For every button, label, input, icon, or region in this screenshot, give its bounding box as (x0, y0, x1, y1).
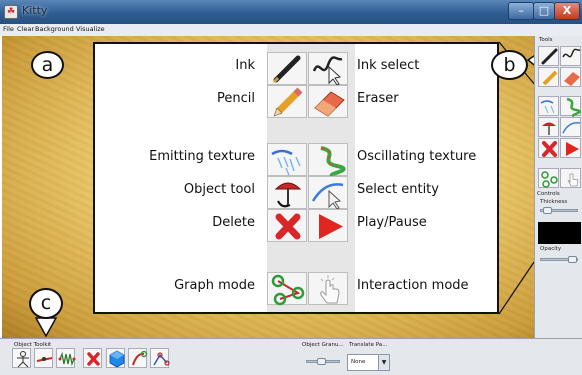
pin-joint-icon (132, 350, 148, 366)
opacity-label: Opacity (540, 246, 562, 252)
panel-object-tool-button[interactable] (538, 117, 559, 137)
panel-oscillating-texture-button[interactable] (560, 96, 581, 118)
callout-a: a (31, 51, 64, 79)
emitting-texture-icon (540, 100, 555, 114)
controls-label: Controls (537, 191, 560, 197)
motion-path-icon (153, 352, 170, 366)
panel-graph-mode-button[interactable] (538, 168, 559, 188)
oscillating-texture-icon (566, 97, 581, 118)
hand-pointer-icon (567, 173, 579, 187)
toolkit-pin-button[interactable] (128, 348, 148, 368)
play-icon (566, 142, 579, 156)
panel-emitting-texture-button[interactable] (538, 96, 559, 116)
callout-b: b (491, 50, 528, 80)
toolkit-rod-button[interactable] (34, 348, 53, 368)
panel-select-entity-button[interactable] (560, 117, 581, 137)
select-entity-icon (562, 121, 581, 134)
spring-icon (58, 351, 76, 367)
delete-x-icon (87, 352, 100, 366)
panel-delete-button[interactable] (538, 138, 559, 158)
ink-pen-icon (541, 48, 558, 65)
toolkit-spring-button[interactable] (56, 348, 76, 368)
toolkit-delete-button[interactable] (83, 348, 102, 368)
pencil-icon (542, 70, 558, 86)
cube-icon (109, 350, 125, 368)
translate-label: Translate Pa... (349, 342, 388, 348)
rod-icon (36, 357, 53, 362)
thickness-slider-thumb[interactable] (542, 207, 552, 214)
graph-mode-icon (541, 171, 558, 188)
panel-ink-select-button[interactable] (560, 46, 581, 66)
panel-play-pause-button[interactable] (560, 138, 581, 158)
translate-select-value: None (351, 359, 366, 365)
toolkit-cube-button[interactable] (106, 348, 125, 368)
ink-select-icon (562, 48, 581, 58)
chevron-down-icon: ▼ (378, 355, 389, 370)
skeleton-icon (17, 351, 29, 368)
thickness-label: Thickness (540, 199, 568, 205)
granularity-slider-thumb[interactable] (317, 358, 327, 365)
toolkit-skeleton-button[interactable] (12, 348, 31, 368)
tools-panel: Tools Controls Thickness Opacity (534, 36, 582, 338)
color-swatch[interactable] (538, 222, 581, 244)
delete-x-icon (542, 141, 557, 157)
object-granularity-label: Object Granu... (302, 342, 344, 348)
panel-ink-button[interactable] (538, 46, 559, 66)
umbrella-object-icon (542, 122, 556, 135)
tools-panel-label: Tools (539, 37, 553, 43)
panel-eraser-button[interactable] (560, 67, 581, 87)
callout-c: c (29, 288, 63, 319)
eraser-icon (564, 72, 580, 86)
opacity-slider-thumb[interactable] (567, 256, 577, 263)
translate-select[interactable]: None ▼ (347, 354, 390, 371)
panel-interaction-mode-button[interactable] (560, 168, 581, 188)
panel-pencil-button[interactable] (538, 67, 559, 87)
toolkit-motion-path-button[interactable] (150, 348, 170, 368)
